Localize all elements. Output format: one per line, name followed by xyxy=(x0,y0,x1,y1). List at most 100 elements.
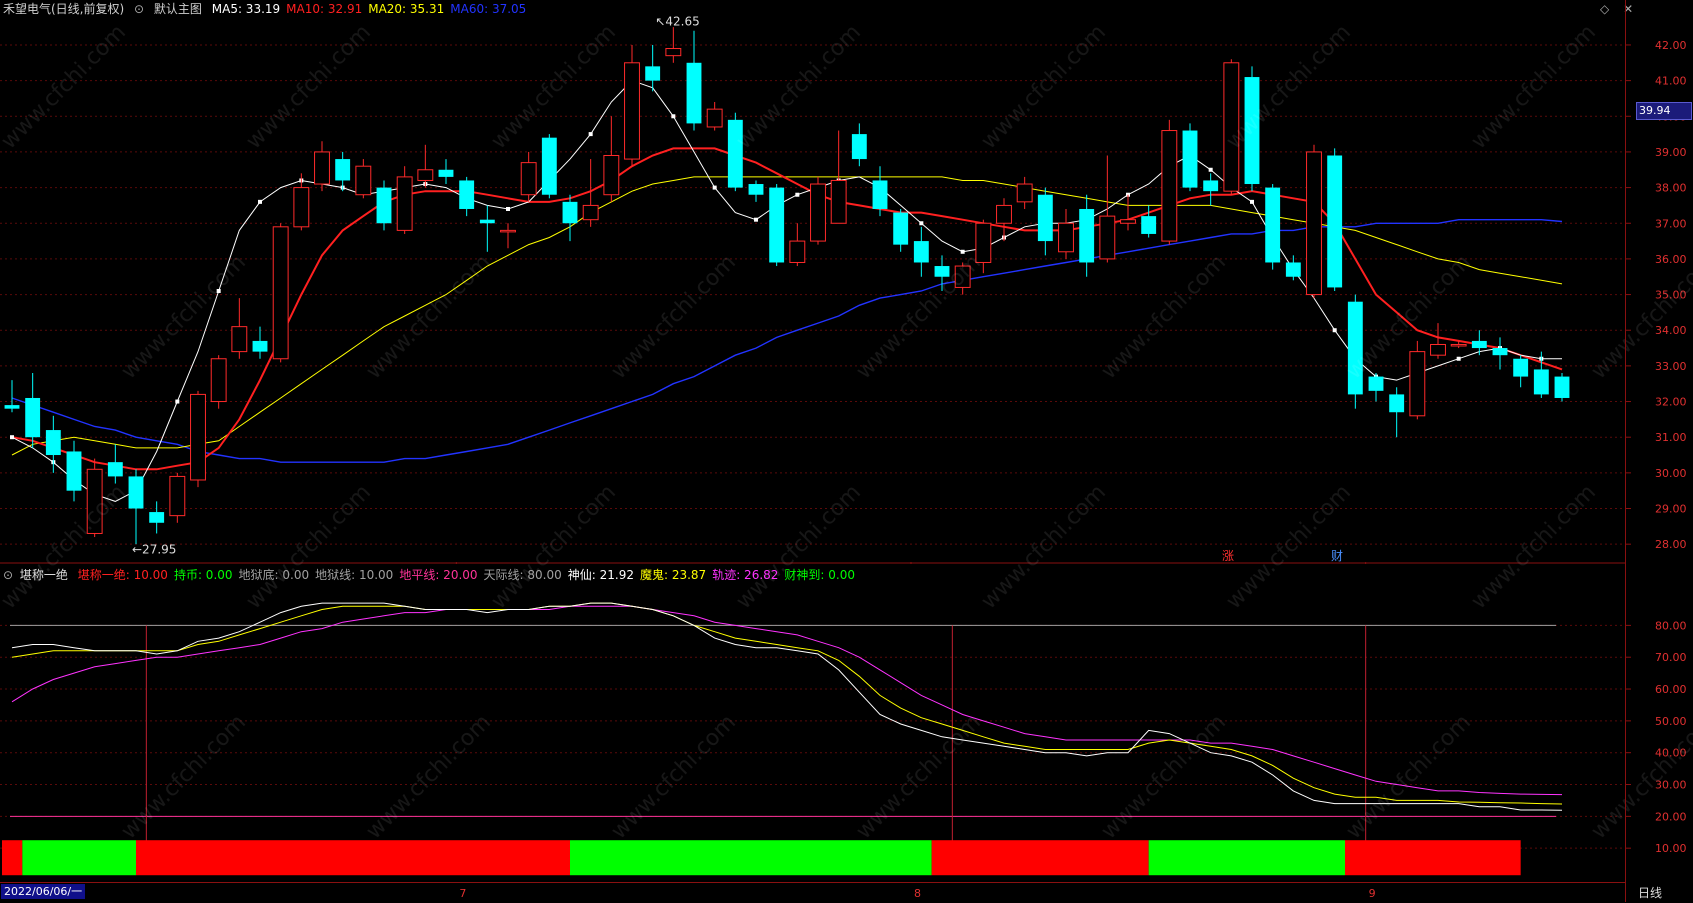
candle-body-12 xyxy=(252,340,268,352)
candle-body-75 xyxy=(1554,376,1570,398)
candle-body-3 xyxy=(66,451,82,491)
indicator-header: ⊙ 堪称一绝 堪称一绝: 10.00 持币: 0.00 地狱底: 0.00 地狱线: … xyxy=(3,566,867,584)
candle-body-14 xyxy=(293,187,310,228)
chart-svg[interactable]: 28.0029.0030.0031.0032.0033.0034.0035.00… xyxy=(0,0,1693,902)
candle-body-43 xyxy=(893,212,909,245)
candle-body-49 xyxy=(1016,183,1033,203)
candle-body-70 xyxy=(1450,343,1467,347)
diamond-icon[interactable]: ◇ xyxy=(1600,2,1609,16)
candle-body-13 xyxy=(272,226,289,360)
candle-body-69 xyxy=(1430,343,1446,356)
candle-body-64 xyxy=(1327,155,1343,288)
candle-body-52 xyxy=(1079,208,1095,263)
watermark-2-6: www.cfchi.com xyxy=(1467,480,1601,614)
indicator-legend-item-7: 魔鬼: 23.87 xyxy=(639,568,707,582)
candle-body-63 xyxy=(1306,151,1322,296)
candle-body-58 xyxy=(1203,180,1219,192)
candle-body-40 xyxy=(830,179,847,224)
candle-body-19 xyxy=(396,176,413,231)
watermark-0-6: www.cfchi.com xyxy=(1467,20,1601,154)
indicator-legend-item-9: 财神到: 0.00 xyxy=(784,568,855,582)
candle-body-62 xyxy=(1285,262,1301,277)
candle-body-18 xyxy=(376,187,392,224)
candle-body-6 xyxy=(128,476,144,509)
watermark-0-4: www.cfchi.com xyxy=(977,20,1111,154)
candle-body-7 xyxy=(149,512,165,523)
low-price-label: ←27.95 xyxy=(132,543,176,557)
ma5-point-34 xyxy=(712,185,717,190)
ind-line-轨迹 xyxy=(11,605,1563,796)
signal-segment-6 xyxy=(1345,840,1521,876)
watermark-1-1: www.cfchi.com xyxy=(362,250,496,384)
watermark-1-3: www.cfchi.com xyxy=(852,250,986,384)
ma5-point-58 xyxy=(1208,167,1213,172)
candle-body-71 xyxy=(1471,340,1487,349)
chevron-down-icon[interactable]: ⊙ xyxy=(134,2,144,16)
indicator-legend-item-8: 轨迹: 26.82 xyxy=(712,568,779,582)
candle-body-8 xyxy=(169,475,186,517)
ma-legend-item-0: MA5: 33.19 xyxy=(211,2,281,16)
candle-body-34 xyxy=(706,108,723,128)
candle-body-21 xyxy=(438,169,454,177)
watermark-0-2: www.cfchi.com xyxy=(487,20,621,154)
watermark-2-0: www.cfchi.com xyxy=(0,480,131,614)
candle-body-22 xyxy=(459,180,475,209)
chart-stage[interactable]: 28.00 29.00 30.00 31.00 32.00 33.00 34.00 35.00… xyxy=(0,0,1693,902)
signal-segment-3 xyxy=(570,840,932,876)
watermark-1-4: www.cfchi.com xyxy=(1097,250,1231,384)
candle-body-24 xyxy=(500,229,516,233)
candle-body-68 xyxy=(1409,351,1426,417)
candle-body-54 xyxy=(1120,219,1136,224)
candle-body-66 xyxy=(1368,376,1384,391)
candle-body-25 xyxy=(520,162,537,196)
ma-legend: MA5: 33.19 MA10: 32.91 MA20: 35.31 MA60: 37… xyxy=(212,2,533,16)
candle-body-37 xyxy=(769,187,785,263)
price-axis xyxy=(1625,0,1693,902)
watermark-3-2: www.cfchi.com xyxy=(607,710,741,844)
candle-body-61 xyxy=(1265,187,1281,263)
watermark-0-5: www.cfchi.com xyxy=(1222,20,1356,154)
signal-segment-5 xyxy=(1148,840,1345,876)
indicator-legend-item-1: 持币: 0.00 xyxy=(173,568,233,582)
candle-body-41 xyxy=(851,134,867,160)
candle-body-28 xyxy=(582,204,599,221)
candle-body-2 xyxy=(45,430,61,456)
indicator-legend-item-3: 地狱线: 10.00 xyxy=(315,568,394,582)
ma5-point-60 xyxy=(1250,199,1254,204)
watermark-3-0: www.cfchi.com xyxy=(117,710,251,844)
gear-icon[interactable]: ⊙ xyxy=(3,568,13,582)
candle-body-44 xyxy=(913,241,929,263)
candle-body-72 xyxy=(1492,348,1508,356)
watermark-0-0: www.cfchi.com xyxy=(0,20,131,154)
candle-body-53 xyxy=(1099,215,1116,260)
high-price-label: ↖42.65 xyxy=(655,14,699,28)
ma5-point-0 xyxy=(10,435,14,440)
watermark-2-2: www.cfchi.com xyxy=(487,480,621,614)
candle-body-16 xyxy=(335,159,351,181)
timeframe-label[interactable]: 日线 xyxy=(1638,884,1662,901)
candle-body-0 xyxy=(4,405,20,409)
line-ma5 xyxy=(11,80,1562,502)
ma5-point-38 xyxy=(795,192,800,197)
indicator-name[interactable]: 堪称一绝 xyxy=(20,568,68,582)
candle-body-74 xyxy=(1533,369,1549,395)
candle-body-17 xyxy=(355,165,372,196)
candle-body-33 xyxy=(686,62,702,124)
view-label[interactable]: 默认主图 xyxy=(154,2,202,16)
stock-title[interactable]: 禾望电气(日线,前复权) xyxy=(3,2,124,16)
candle-body-67 xyxy=(1389,394,1405,413)
candle-body-73 xyxy=(1513,358,1529,377)
candle-body-57 xyxy=(1182,130,1198,188)
watermark-2-4: www.cfchi.com xyxy=(977,480,1111,614)
candle-body-39 xyxy=(810,183,826,242)
watermark-3-4: www.cfchi.com xyxy=(1097,710,1231,844)
time-axis xyxy=(0,882,1626,903)
indicator-legend-item-2: 地狱底: 0.00 xyxy=(238,568,310,582)
watermark-1-2: www.cfchi.com xyxy=(607,250,741,384)
candle-body-29 xyxy=(603,155,620,196)
candle-body-26 xyxy=(541,137,557,195)
candle-body-30 xyxy=(624,62,640,160)
candle-body-27 xyxy=(562,201,578,224)
candle-body-20 xyxy=(417,169,434,181)
candle-body-42 xyxy=(872,180,888,209)
